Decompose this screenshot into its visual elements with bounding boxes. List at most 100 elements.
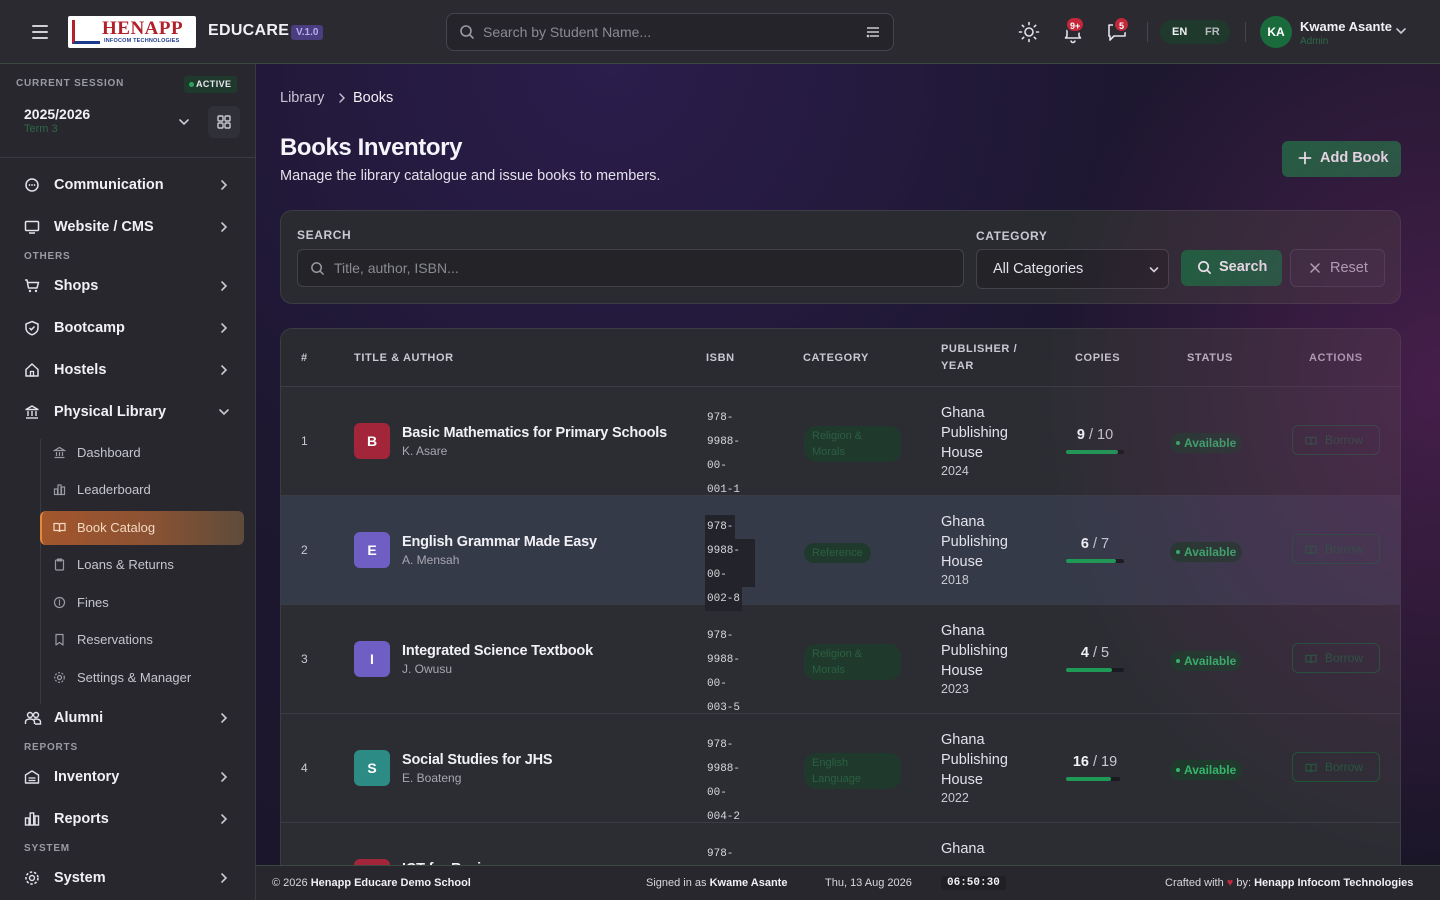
version-badge: V.1.0 — [291, 25, 324, 40]
sidebar-item-reports[interactable]: Reports — [0, 801, 255, 837]
search-label: SEARCH — [297, 228, 352, 242]
session-year[interactable]: 2025/2026 — [24, 106, 90, 122]
table-row[interactable]: 2 E English Grammar Made Easy A. Mensah … — [281, 496, 1400, 611]
student-search[interactable] — [446, 13, 894, 51]
filter-icon[interactable] — [865, 24, 881, 40]
sidebar-item-physical-library[interactable]: Physical Library — [0, 394, 255, 430]
table-row[interactable]: 5 I ICT for Basic 978- Ghana — [281, 823, 1400, 865]
bookmark-icon — [55, 633, 64, 646]
borrow-button[interactable]: Borrow — [1292, 643, 1380, 673]
book-avatar: B — [354, 423, 390, 459]
row-number: 2 — [301, 543, 308, 557]
isbn-part: 978- — [705, 515, 736, 539]
column-header-publisher-line1: PUBLISHER / — [941, 343, 1018, 355]
search-icon — [311, 262, 324, 275]
lang-fr-button[interactable]: FR — [1205, 26, 1220, 38]
sidebar-item-website-cms[interactable]: Website / CMS — [0, 209, 255, 245]
reset-button[interactable]: Reset — [1290, 249, 1385, 287]
borrow-button-label: Borrow — [1325, 542, 1364, 556]
borrow-button[interactable]: Borrow — [1292, 425, 1380, 455]
chevron-down-icon[interactable] — [1394, 24, 1408, 38]
sidebar-subitem-fines[interactable]: Fines — [40, 586, 244, 620]
isbn-part: 9988-00- — [705, 539, 755, 587]
category-line: Religion & — [812, 430, 863, 442]
sidebar-subitem-settings[interactable]: Settings & Manager — [40, 661, 244, 695]
cart-icon — [25, 279, 40, 293]
library-icon — [25, 405, 39, 419]
menu-toggle-icon[interactable] — [28, 20, 52, 44]
sidebar-item-shops[interactable]: Shops — [0, 268, 255, 304]
page-subtitle: Manage the library catalogue and issue b… — [280, 168, 661, 184]
book-open-icon — [1305, 654, 1317, 664]
book-title[interactable]: Integrated Science Textbook — [402, 643, 593, 659]
shield-icon — [25, 320, 39, 336]
copies-progress-fill — [1066, 668, 1113, 672]
sidebar-subitem-reservations[interactable]: Reservations — [40, 623, 244, 657]
logo[interactable]: HENAPP INFOCOM TECHNOLOGIES — [68, 16, 196, 48]
user-name[interactable]: Kwame Asante — [1300, 19, 1392, 34]
sidebar-item-inventory[interactable]: Inventory — [0, 759, 255, 795]
grid-icon — [217, 115, 231, 129]
category-select[interactable]: All Categories — [976, 249, 1169, 289]
avatar[interactable]: KA — [1260, 16, 1292, 48]
book-search[interactable] — [297, 249, 964, 287]
borrow-button[interactable]: Borrow — [1292, 534, 1380, 564]
sidebar-subitem-book-catalog[interactable]: Book Catalog — [40, 511, 244, 545]
chevron-right-icon — [221, 713, 228, 723]
search-button[interactable]: Search — [1181, 250, 1282, 286]
copies-count: 9 / 10 — [1055, 427, 1135, 443]
sidebar-item-label: Reports — [54, 811, 109, 827]
student-search-input[interactable] — [483, 14, 863, 50]
table-row[interactable]: 3 I Integrated Science Textbook J. Owusu… — [281, 605, 1400, 714]
sidebar-item-label: Website / CMS — [54, 219, 154, 235]
theme-toggle-icon[interactable] — [1017, 20, 1041, 44]
apps-grid-button[interactable] — [208, 106, 240, 138]
borrow-button[interactable]: Borrow — [1292, 752, 1380, 782]
book-open-icon — [53, 522, 66, 533]
chevron-down-icon — [1149, 267, 1159, 273]
category-badge: English Language — [804, 753, 901, 789]
isbn-part: 9988-00- — [707, 436, 741, 472]
book-title[interactable]: English Grammar Made Easy — [402, 534, 597, 550]
copies-available: 6 — [1080, 536, 1089, 552]
logo-subtext: INFOCOM TECHNOLOGIES — [104, 38, 180, 44]
sidebar-subitem-dashboard[interactable]: Dashboard — [40, 436, 244, 470]
table-row[interactable]: 1 B Basic Mathematics for Primary School… — [281, 387, 1400, 496]
publisher-line: Publishing — [941, 752, 1008, 768]
status-badge: Available — [1170, 651, 1243, 671]
publisher: Ghana Publishing House 2018 — [941, 512, 1051, 589]
language-switcher[interactable]: EN FR — [1160, 20, 1230, 44]
copies-progress-fill — [1066, 559, 1116, 563]
sidebar-item-communication[interactable]: Communication — [0, 167, 255, 203]
isbn-part: 978- — [707, 739, 734, 751]
chevron-down-icon[interactable] — [176, 114, 192, 130]
publisher-line: Ghana — [941, 514, 985, 530]
sidebar-subitem-leaderboard[interactable]: Leaderboard — [40, 473, 244, 507]
sidebar-item-system[interactable]: System — [0, 860, 255, 896]
book-title[interactable]: Social Studies for JHS — [402, 752, 553, 768]
borrow-button-label: Borrow — [1325, 760, 1364, 774]
sidebar-subitem-label: Book Catalog — [77, 520, 156, 535]
plus-icon — [1298, 151, 1312, 165]
sidebar-item-bootcamp[interactable]: Bootcamp — [0, 310, 255, 346]
lang-en-button[interactable]: EN — [1172, 26, 1187, 38]
notifications-badge: 9+ — [1065, 16, 1086, 33]
sidebar-item-label: Communication — [54, 177, 164, 193]
book-open-icon — [1305, 763, 1317, 773]
borrow-button-label: Borrow — [1325, 433, 1364, 447]
table-row[interactable]: 4 S Social Studies for JHS E. Boateng 97… — [281, 714, 1400, 823]
column-header-isbn: ISBN — [706, 351, 735, 364]
sidebar-item-hostels[interactable]: Hostels — [0, 352, 255, 388]
book-title[interactable]: Basic Mathematics for Primary Schools — [402, 425, 667, 441]
breadcrumb-library[interactable]: Library — [280, 90, 324, 106]
brand-name: EDUCARE — [208, 22, 290, 39]
breadcrumb-current: Books — [353, 90, 394, 106]
sidebar-item-label: Bootcamp — [54, 320, 125, 336]
session-term: Term 3 — [24, 123, 58, 135]
add-book-button[interactable]: Add Book — [1282, 141, 1401, 177]
sidebar-item-alumni[interactable]: Alumni — [0, 700, 255, 736]
company-name: Henapp Infocom Technologies — [1254, 877, 1414, 889]
book-search-input[interactable] — [334, 250, 934, 286]
bar-chart-icon — [53, 484, 66, 496]
sidebar-subitem-loans-returns[interactable]: Loans & Returns — [40, 548, 244, 582]
